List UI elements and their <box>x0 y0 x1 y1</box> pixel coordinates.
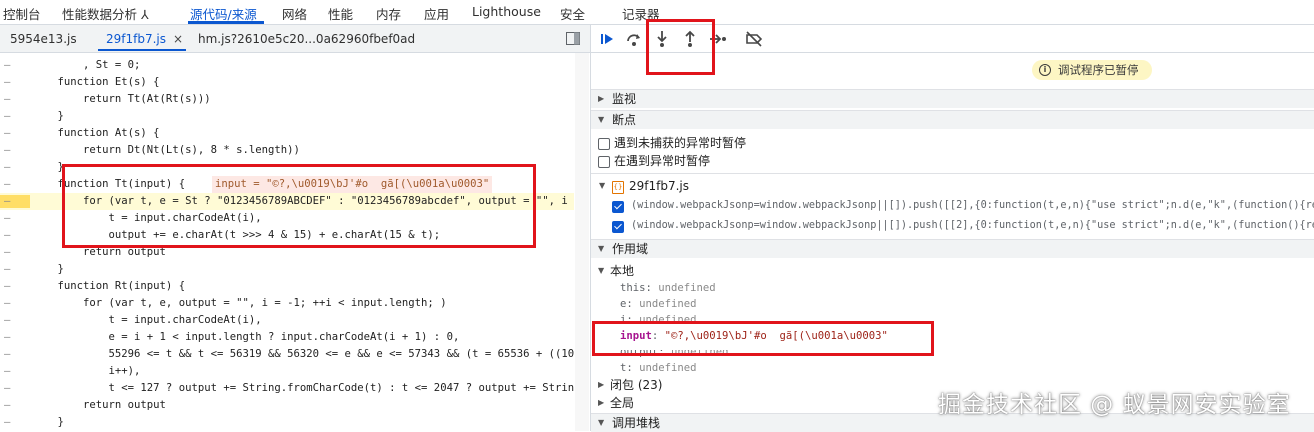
collapse-triangle-icon: ▼ <box>598 115 605 124</box>
file-tab-5954e13[interactable]: 5954e13.js <box>10 32 77 46</box>
breakpoint-item[interactable]: (window.webpackJsonp=window.webpackJsonp… <box>591 217 1314 235</box>
code-line: – output += e.charAt(t >>> 4 & 15) + e.c… <box>4 229 441 241</box>
divider <box>591 173 1314 174</box>
tab-security[interactable]: 安全 <box>560 4 585 23</box>
deactivate-breakpoints-icon[interactable] <box>744 29 764 49</box>
code-line: – function At(s) { <box>4 127 160 139</box>
tab-memory[interactable]: 内存 <box>376 4 401 23</box>
collapse-triangle-icon: ▼ <box>598 244 605 253</box>
tab-recorder[interactable]: 记录器 <box>622 4 660 23</box>
code-line: – return Dt(Nt(Lt(s), 8 * s.length)) <box>4 144 300 156</box>
section-breakpoints[interactable]: ▼ 断点 <box>591 110 1314 129</box>
toggle-debugger-sidebar-icon[interactable] <box>566 32 580 45</box>
code-line: – } <box>4 263 64 275</box>
code-line: – t = input.charCodeAt(i), <box>4 212 262 224</box>
active-file-indicator <box>98 49 186 51</box>
close-tab-icon[interactable]: × <box>173 32 183 46</box>
breakpoint-checkbox[interactable] <box>612 221 624 233</box>
code-line: – t = input.charCodeAt(i), <box>4 314 262 326</box>
debugger-toolbar <box>591 25 1314 53</box>
code-editor[interactable]: – , St = 0; – function Et(s) { – return … <box>0 53 574 431</box>
collapse-triangle-icon: ▼ <box>599 181 606 190</box>
code-line: – } <box>4 110 64 122</box>
pause-caught-checkbox[interactable] <box>598 156 610 168</box>
code-line: – function Tt(input) { input = "©?,\u001… <box>0 176 574 193</box>
current-execution-line: – for (var t, e = St ? "0123456789ABCDEF… <box>0 193 574 210</box>
scope-var-this[interactable]: this: undefined <box>620 280 716 296</box>
code-line: – } <box>4 416 64 428</box>
tab-application[interactable]: 应用 <box>424 4 449 23</box>
pause-caught-option[interactable]: 在遇到异常时暂停 <box>591 152 1314 170</box>
scope-local[interactable]: ▼ 本地 <box>591 262 1314 280</box>
scope-var-e[interactable]: e: undefined <box>620 296 697 312</box>
tab-performance-insights[interactable]: 性能数据分析 ⅄ <box>62 4 149 23</box>
debugger-paused-badge: i 调试程序已暂停 <box>1032 60 1152 80</box>
section-scope[interactable]: ▼ 作用域 <box>591 239 1314 258</box>
expand-triangle-icon: ▶ <box>598 94 605 103</box>
expand-triangle-icon: ▶ <box>598 398 605 407</box>
tab-console[interactable]: 控制台 <box>3 4 41 23</box>
code-line: – function Et(s) { <box>4 76 160 88</box>
file-tab-hm[interactable]: hm.js?2610e5c20...0a62960fbef0ad <box>198 32 415 46</box>
pause-uncaught-checkbox[interactable] <box>598 138 610 150</box>
scope-var-t[interactable]: t: undefined <box>620 360 697 376</box>
inline-variable-value: input = "©?,\u0019\bJ'#o gã[(\u001a\u000… <box>212 176 493 193</box>
section-watch[interactable]: ▶ 监视 <box>591 89 1314 108</box>
resume-icon[interactable] <box>597 29 617 49</box>
scope-var-input[interactable]: input: "©?,\u0019\bJ'#o gã[(\u001a\u0003… <box>620 328 888 344</box>
code-line: – , St = 0; <box>4 59 141 71</box>
step-over-icon[interactable] <box>624 29 644 49</box>
pause-uncaught-option[interactable]: 遇到未捕获的异常时暂停 <box>591 134 1314 152</box>
code-line: – return output <box>4 399 166 411</box>
code-line: – return output <box>4 246 166 258</box>
code-line: – i++), <box>4 365 141 377</box>
active-tab-indicator <box>188 21 264 24</box>
breakpoint-checkbox[interactable] <box>612 201 624 213</box>
tab-performance[interactable]: 性能 <box>328 4 353 23</box>
step-icon[interactable] <box>708 29 728 49</box>
scope-var-output[interactable]: output: undefined <box>620 350 728 360</box>
devtools-tab-bar: 控制台 性能数据分析 ⅄ 源代码/来源 网络 性能 内存 应用 Lighthou… <box>0 0 1314 25</box>
scope-var-i[interactable]: i: undefined <box>620 312 697 322</box>
expand-triangle-icon: ▶ <box>598 380 605 389</box>
collapse-triangle-icon: ▼ <box>598 418 605 427</box>
step-into-icon[interactable] <box>652 29 672 49</box>
editor-file-tabs: 5954e13.js 29f1fb7.js × hm.js?2610e5c20.… <box>0 25 590 53</box>
code-line: – function Rt(input) { <box>4 280 186 292</box>
js-file-icon: {} <box>612 181 624 194</box>
breakpoint-file-name: 29f1fb7.js <box>629 179 690 193</box>
code-line: – return Tt(At(Rt(s))) <box>4 93 211 105</box>
file-tab-29f1fb7[interactable]: 29f1fb7.js <box>106 32 166 46</box>
watermark: 掘金技术社区 @ 蚁景网安实验室 <box>938 392 1291 418</box>
code-line: – e = i + 1 < input.length ? input.charC… <box>4 331 460 343</box>
code-line: – t <= 127 ? output += String.fromCharCo… <box>4 382 574 394</box>
code-line: – } <box>4 161 64 173</box>
info-icon: i <box>1039 64 1051 76</box>
tab-network[interactable]: 网络 <box>282 4 307 23</box>
editor-scrollbar[interactable] <box>575 53 589 431</box>
collapse-triangle-icon: ▼ <box>598 266 605 275</box>
step-out-icon[interactable] <box>680 29 700 49</box>
breakpoint-item[interactable]: (window.webpackJsonp=window.webpackJsonp… <box>591 197 1314 215</box>
code-line: – 55296 <= t && t <= 56319 && 56320 <= e… <box>4 348 574 360</box>
code-line: – for (var t, e, output = "", i = -1; ++… <box>4 297 447 309</box>
breakpoint-file-row[interactable]: ▼ 29f1fb7.js <box>591 177 1314 195</box>
tab-lighthouse[interactable]: Lighthouse <box>472 4 541 19</box>
